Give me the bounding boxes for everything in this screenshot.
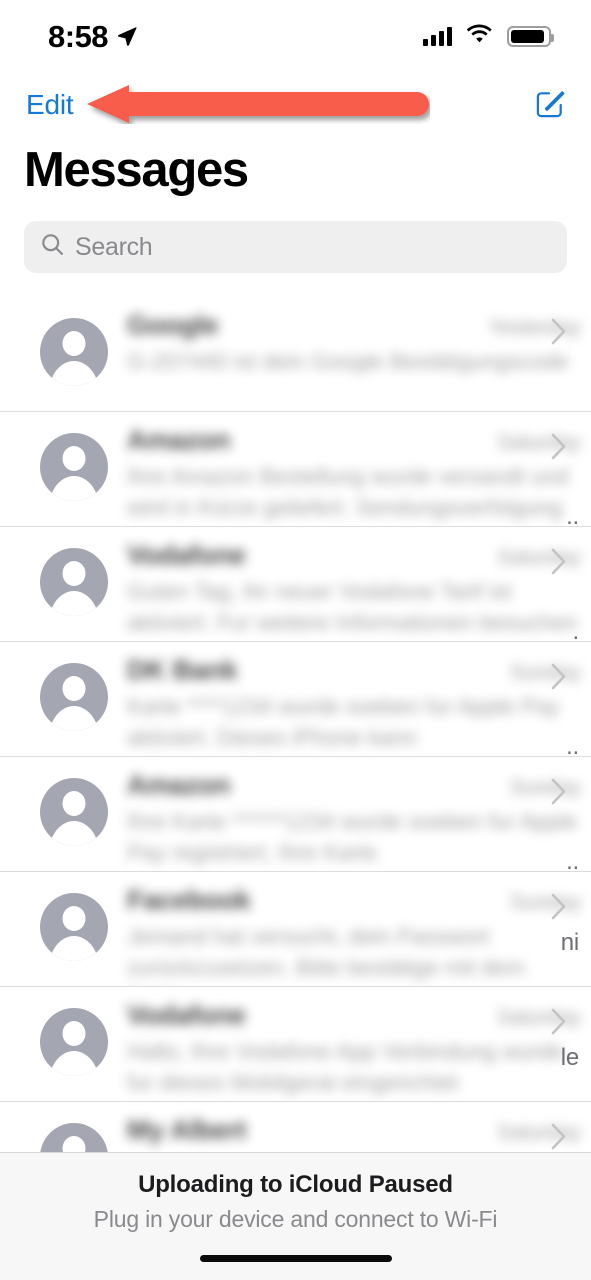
default-contact-avatar-icon <box>40 1008 108 1076</box>
conversation-header-line: Google Yesterday <box>127 310 581 341</box>
conversation-row[interactable]: Vodafone Saturday Guten Tag, Ihr neuer Vod… <box>0 526 591 645</box>
wifi-icon <box>466 23 493 49</box>
default-contact-avatar-icon <box>40 1123 108 1152</box>
row-separator <box>0 526 591 527</box>
conversation-sender-name: Vodafone <box>127 540 246 570</box>
status-bar-left: 8:58 <box>48 21 138 52</box>
row-separator <box>0 1101 591 1102</box>
location-arrow-icon <box>116 25 138 47</box>
conversation-list[interactable]: Google Yesterday G-207440 ist dein Google … <box>0 296 591 1152</box>
chevron-right-icon <box>551 1123 571 1152</box>
conversation-sender-name: Amazon <box>127 770 231 800</box>
conversation-row[interactable]: DK Bank Sunday Karte ****1234 wurde soeben… <box>0 641 591 760</box>
navigation-bar: Edit <box>0 78 591 132</box>
cellular-signal-icon <box>423 26 452 46</box>
conversation-preview-text: Karte ****1234 wurde soeben fur Apple Pa… <box>127 694 560 751</box>
banner-subtitle: Plug in your device and connect to Wi-Fi <box>93 1206 498 1232</box>
status-bar-time: 8:58 <box>48 18 109 54</box>
conversation-content: Amazon Sunday Ihre Karte ******1234 wurde … <box>127 770 591 868</box>
status-bar-right <box>423 23 554 49</box>
conversation-sender-name: My Albert <box>127 1115 247 1145</box>
battery-full-icon <box>507 25 554 47</box>
chevron-right-icon <box>551 548 571 580</box>
conversation-header-line: My Albert Saturday <box>127 1115 581 1146</box>
edit-button[interactable]: Edit <box>24 87 75 123</box>
conversation-row[interactable]: Amazon Saturday Ihre Amazon Bestellung wur… <box>0 411 591 530</box>
conversation-sender-name: Google <box>127 310 219 340</box>
conversation-sender-name: Vodafone <box>127 1000 246 1030</box>
compose-new-message-icon <box>534 87 567 123</box>
messages-app-screen: 8:58 Edit Messages Search Google Yesterd… <box>0 0 591 1280</box>
chevron-right-icon <box>551 433 571 465</box>
conversation-preview-text: G-207440 ist dein Google Bestätigungscod… <box>127 349 569 374</box>
search-input[interactable]: Search <box>24 221 567 273</box>
conversation-preview-text: Ihre Karte ******1234 wurde soeben fur A… <box>127 809 578 866</box>
search-placeholder: Search <box>75 232 153 261</box>
chevron-right-icon <box>551 1008 571 1040</box>
conversation-header-line: Vodafone Saturday <box>127 540 581 571</box>
conversation-row[interactable]: Amazon Sunday Ihre Karte ******1234 wurde … <box>0 756 591 875</box>
conversation-row[interactable]: My Albert Saturday <box>0 1101 591 1152</box>
conversation-header-line: Amazon Saturday <box>127 425 581 456</box>
conversation-row[interactable]: Vodafone Saturday Hallo, Ihre Vodafone App… <box>0 986 591 1101</box>
conversation-header-line: Vodafone Saturday <box>127 1000 581 1031</box>
chevron-right-icon <box>551 893 571 925</box>
compose-new-message-button[interactable] <box>533 88 567 122</box>
row-separator <box>0 871 591 872</box>
conversation-content: Vodafone Saturday Hallo, Ihre Vodafone App… <box>127 1000 591 1098</box>
conversation-content: DK Bank Sunday Karte ****1234 wurde soeben… <box>127 655 591 753</box>
default-contact-avatar-icon <box>40 318 108 386</box>
chevron-right-icon <box>551 318 571 350</box>
home-indicator[interactable] <box>199 1255 392 1262</box>
default-contact-avatar-icon <box>40 778 108 846</box>
row-separator <box>0 641 591 642</box>
row-separator <box>0 411 591 412</box>
default-contact-avatar-icon <box>40 433 108 501</box>
preview-overflow-fragment: ni <box>560 929 579 956</box>
default-contact-avatar-icon <box>40 548 108 616</box>
preview-overflow-fragment: le <box>560 1044 579 1071</box>
conversation-preview-text: Ihre Amazon Bestellung wurde versandt un… <box>127 464 569 521</box>
chevron-right-icon <box>551 663 571 695</box>
conversation-preview-text: Hallo, Ihre Vodafone App Verbindung wurd… <box>127 1039 564 1096</box>
conversation-header-line: Amazon Sunday <box>127 770 581 801</box>
status-bar: 8:58 <box>0 0 591 72</box>
banner-title: Uploading to iCloud Paused <box>138 1171 453 1198</box>
default-contact-avatar-icon <box>40 663 108 731</box>
conversation-content: Amazon Saturday Ihre Amazon Bestellung wur… <box>127 425 591 523</box>
row-separator <box>0 756 591 757</box>
conversation-sender-name: Amazon <box>127 425 231 455</box>
conversation-row[interactable]: Google Yesterday G-207440 ist dein Google … <box>0 296 591 411</box>
conversation-header-line: DK Bank Sunday <box>127 655 581 686</box>
conversation-sender-name: DK Bank <box>127 655 238 685</box>
conversation-content: Google Yesterday G-207440 ist dein Google … <box>127 310 591 377</box>
page-title: Messages <box>24 143 249 197</box>
row-separator <box>0 986 591 987</box>
icloud-upload-status-banner: Uploading to iCloud Paused Plug in your … <box>0 1152 591 1280</box>
row-separator <box>0 296 591 297</box>
default-contact-avatar-icon <box>40 893 108 961</box>
conversation-content: Vodafone Saturday Guten Tag, Ihr neuer Vod… <box>127 540 591 638</box>
search-icon <box>40 232 65 262</box>
chevron-right-icon <box>551 778 571 810</box>
conversation-content: My Albert Saturday <box>127 1115 591 1151</box>
conversation-row[interactable]: Facebook Sunday Jemand hat versucht, dein … <box>0 871 591 1011</box>
conversation-header-line: Facebook Sunday <box>127 885 581 916</box>
conversation-preview-text: Guten Tag, Ihr neuer Vodafone Tarif ist … <box>127 579 578 636</box>
conversation-sender-name: Facebook <box>127 885 251 915</box>
